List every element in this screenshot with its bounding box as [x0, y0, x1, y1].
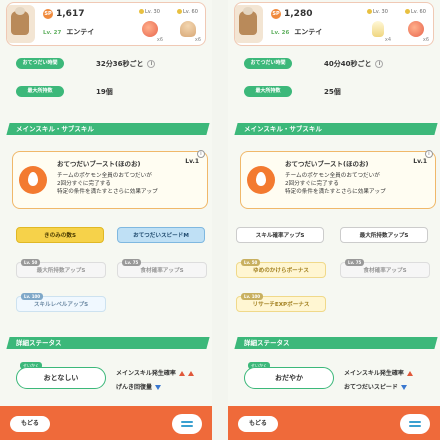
section-header-details: 詳細ステータス [234, 337, 438, 349]
info-icon[interactable]: i [197, 150, 205, 158]
pokemon-summary-card: SP 1,280 Lv. 26 エンテイ Lv. 30 x4 Lv. 60 x6 [234, 2, 434, 46]
stat-max-carry: 最大所持数 25個 [244, 86, 404, 98]
stat-value: 32分36秒ごと [96, 60, 144, 68]
section-header-skills: メインスキル・サブスキル [234, 123, 438, 135]
menu-button[interactable] [400, 414, 430, 434]
subskill-button[interactable]: Lv. 100 リサーチEXPボーナス [236, 293, 326, 312]
subskill-button[interactable]: Lv. 75 食材確率アップS [340, 259, 430, 278]
fire-icon [247, 166, 275, 194]
unlock-level-tag: Lv. 100 [21, 293, 44, 300]
main-skill-level: Lv.1 [413, 158, 427, 165]
pokemon-level: Lv. 26 [271, 30, 290, 36]
strength-points: 1,280 [284, 9, 313, 19]
main-skill-card[interactable]: おてつだいブースト(ほのお) Lv.1 i チームのポケモン全員のおてつだいが … [240, 150, 436, 209]
info-icon[interactable]: i [375, 60, 384, 68]
sp-icon: SP [271, 9, 281, 19]
ingredient-count: x6 [422, 37, 429, 43]
main-skill-description: チームのポケモン全員のおてつだいが 2回分すぐに完了する 特定の条件を満たすとさ… [285, 173, 386, 195]
ingredient-count: x6 [194, 37, 201, 43]
unlock-level-tag: Lv. 50 [21, 259, 41, 266]
section-header-details: 詳細ステータス [6, 337, 210, 349]
ingredient-slot[interactable]: Lv. 60 x6 [177, 9, 201, 45]
subskill-button[interactable]: 最大所持数アップS [340, 227, 428, 243]
unlock-level-tag: Lv. 50 [241, 259, 261, 266]
pokemon-detail-panel-left: SP 1,617 Lv. 27 エンテイ Lv. 30 x6 Lv. 60 x6 お… [0, 0, 212, 440]
footer-bar: もどる [228, 406, 440, 440]
stat-label: おてつだい時間 [244, 58, 292, 69]
info-icon[interactable]: i [425, 150, 433, 158]
back-button[interactable]: もどる [238, 416, 278, 432]
nature-value[interactable]: おだやか [244, 367, 334, 389]
main-skill-level: Lv.1 [185, 158, 199, 165]
menu-icon [409, 421, 421, 423]
main-skill-description: チームのポケモン全員のおてつだいが 2回分すぐに完了する 特定の条件を満たすとさ… [57, 173, 158, 195]
pokemon-portrait [235, 5, 263, 43]
arrow-down-icon [400, 385, 407, 390]
stat-label: 最大所持数 [16, 86, 64, 97]
subskill-button[interactable]: きのみの数S [16, 227, 104, 243]
menu-button[interactable] [172, 414, 202, 434]
subskill-button[interactable]: スキル確率アップS [236, 227, 324, 243]
unlock-level-tag: Lv. 100 [241, 293, 264, 300]
pokemon-name: エンテイ [294, 28, 323, 36]
back-button[interactable]: もどる [10, 416, 50, 432]
ingredient-count: x4 [384, 37, 391, 43]
ingredient-slot[interactable]: Lv. 30 x4 [367, 9, 391, 45]
subskill-button[interactable]: Lv. 75 食材確率アップS [117, 259, 207, 278]
tomato-icon [408, 21, 424, 37]
stat-label: 最大所持数 [244, 86, 292, 97]
stat-label: おてつだい時間 [16, 58, 64, 69]
pokemon-detail-panel-right: SP 1,280 Lv. 26 エンテイ Lv. 30 x4 Lv. 60 x6 お… [228, 0, 440, 440]
arrow-down-icon [155, 385, 162, 390]
stat-max-carry: 最大所持数 19個 [16, 86, 176, 98]
pokemon-level: Lv. 27 [43, 30, 62, 36]
unlock-level-tag: Lv. 75 [122, 259, 142, 266]
fire-icon [19, 166, 47, 194]
sp-icon: SP [43, 9, 53, 19]
stat-help-time: おてつだい時間 40分40秒ごと i [244, 58, 404, 70]
nature-effect-down: げんき回復量 [116, 382, 162, 391]
ingredient-level: Lv. 60 [183, 9, 198, 15]
ingredient-level: Lv. 60 [411, 9, 426, 15]
pokemon-portrait [7, 5, 35, 43]
stat-help-time: おてつだい時間 32分36秒ごと i [16, 58, 176, 70]
section-header-skills: メインスキル・サブスキル [6, 123, 210, 135]
nature-effect-down: おてつだいスピード [344, 382, 407, 391]
main-skill-card[interactable]: おてつだいブースト(ほのお) Lv.1 i チームのポケモン全員のおてつだいが … [12, 150, 208, 209]
nature-effect-up: メインスキル発生確率 [344, 368, 413, 377]
arrow-up-icon [406, 371, 413, 376]
main-skill-name: おてつだいブースト(ほのお) [57, 160, 141, 168]
ingredient-level: Lv. 30 [373, 9, 388, 15]
panel-divider [212, 0, 228, 440]
menu-icon [181, 421, 193, 423]
tomato-icon [142, 21, 158, 37]
arrow-up-icon [187, 371, 194, 376]
bottle-icon [372, 21, 384, 37]
mushroom-icon [180, 21, 196, 37]
subskill-button[interactable]: Lv. 100 スキルレベルアップS [16, 293, 106, 312]
stat-value: 40分40秒ごと [324, 60, 372, 68]
subskill-button[interactable]: Lv. 50 最大所持数アップS [16, 259, 106, 278]
subskill-button[interactable]: Lv. 50 ゆめのかけらボーナス [236, 259, 326, 278]
info-icon[interactable]: i [147, 60, 156, 68]
pokemon-summary-card: SP 1,617 Lv. 27 エンテイ Lv. 30 x6 Lv. 60 x6 [6, 2, 206, 46]
arrow-up-icon [178, 371, 185, 376]
main-skill-name: おてつだいブースト(ほのお) [285, 160, 369, 168]
strength-points: 1,617 [56, 9, 85, 19]
footer-bar: もどる [0, 406, 212, 440]
subskill-button[interactable]: おてつだいスピードM [117, 227, 205, 243]
stat-value: 25個 [324, 88, 341, 96]
ingredient-level: Lv. 30 [145, 9, 160, 15]
pokemon-name: エンテイ [66, 28, 95, 36]
ingredient-slot[interactable]: Lv. 60 x6 [405, 9, 429, 45]
nature-effect-up: メインスキル発生確率 [116, 368, 194, 377]
ingredient-slot[interactable]: Lv. 30 x6 [139, 9, 163, 45]
ingredient-count: x6 [156, 37, 163, 43]
unlock-level-tag: Lv. 75 [345, 259, 365, 266]
stat-value: 19個 [96, 88, 113, 96]
nature-value[interactable]: おとなしい [16, 367, 106, 389]
